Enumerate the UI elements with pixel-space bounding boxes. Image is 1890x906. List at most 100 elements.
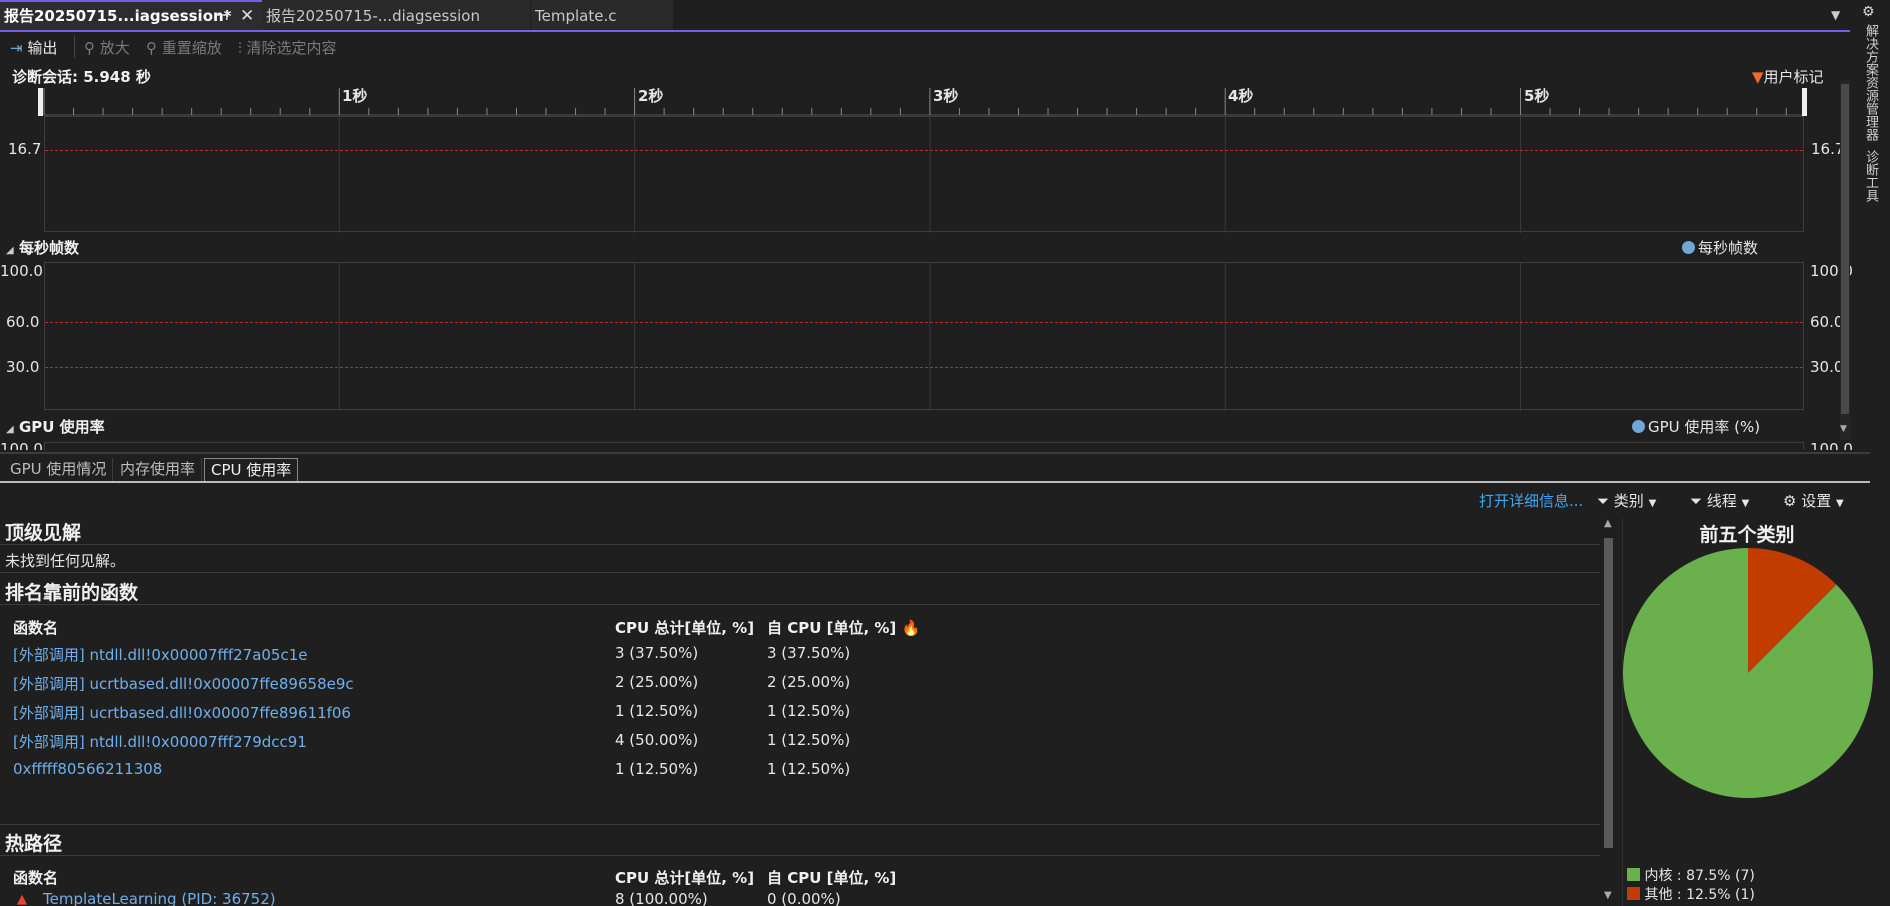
close-icon[interactable]: ✕ [240, 2, 254, 30]
column-header-function-name[interactable]: 函数名 [13, 867, 58, 888]
zoom-in-button[interactable]: ⚲ 放大 [84, 38, 130, 58]
solution-explorer-tab[interactable]: 解决方案资源管理器 [1861, 24, 1880, 141]
function-link[interactable]: [外部调用] ucrtbased.dll!0x00007ffe89658e9c [13, 673, 354, 694]
column-header-self-cpu[interactable]: 自 CPU [单位, %] [767, 867, 896, 888]
column-header-function-name[interactable]: 函数名 [13, 617, 58, 638]
timeline-scroll-thumb[interactable] [1841, 84, 1849, 414]
tab-cpu-usage[interactable]: CPU 使用率 [204, 458, 299, 483]
gear-icon: ⚙ [1783, 492, 1797, 510]
reset-zoom-button[interactable]: ⚲ 重置缩放 [146, 38, 222, 58]
collapse-triangle-icon: ◢ [6, 245, 14, 256]
fps-y-label-right: 60.0 [1810, 313, 1844, 331]
legend-swatch [1627, 868, 1640, 881]
output-label: 输出 [27, 39, 58, 57]
tab-template-c[interactable]: Template.c [531, 0, 673, 30]
gpu-plot-clip: 100.0 100.0 [0, 436, 1852, 450]
pie-legend-item: 其他 : 12.5% (1) [1627, 884, 1755, 904]
tab-underline [0, 481, 1870, 483]
category-pie-chart[interactable] [1623, 548, 1873, 798]
pie-legend-item: 内核 : 87.5% (7) [1627, 865, 1755, 885]
fps-y-label-right: 30.0 [1810, 358, 1844, 376]
pin-icon[interactable]: ⊣ [216, 2, 229, 30]
scroll-down-icon[interactable]: ▼ [1604, 890, 1612, 901]
pie-slice[interactable] [1623, 548, 1873, 798]
filter-funnel-icon: ⏷ [1690, 492, 1703, 510]
tab-report-2[interactable]: 报告20250715-...diagsession [262, 0, 530, 30]
cpu-total-cell: 2 (25.00%) [615, 673, 699, 691]
ruler-tick-label: 3秒 [933, 87, 959, 105]
frame-y-label-left: 16.7 [8, 140, 42, 158]
cpu-total-cell: 3 (37.50%) [615, 644, 699, 662]
hot-path-title: 热路径 [5, 833, 63, 855]
clear-selection-label: 清除选定内容 [246, 39, 337, 57]
threshold-line-60 [45, 322, 1803, 323]
gpu-legend: GPU 使用率 (%) [1632, 416, 1760, 437]
legend-label: 其他 : 12.5% (1) [1644, 887, 1755, 903]
category-filter[interactable]: ⏷ 类别 ▼ [1597, 490, 1656, 511]
ruler-tick-label: 5秒 [1524, 87, 1550, 105]
cpu-total-cell: 4 (50.00%) [615, 731, 699, 749]
fps-y-label-left: 30.0 [6, 358, 40, 376]
content-scrollbar[interactable]: ▲ ▼ [1600, 518, 1617, 906]
function-link[interactable]: [外部调用] ntdll.dll!0x00007fff27a05c1e [13, 644, 308, 665]
settings-dropdown[interactable]: ⚙ 设置 ▼ [1783, 490, 1844, 511]
clear-selection-button[interactable]: ⫶ 清除选定内容 [238, 38, 337, 58]
top-insights-title: 顶级见解 [5, 522, 82, 544]
timeline-scrollbar[interactable]: ▼ [1840, 80, 1850, 440]
splitter[interactable] [0, 452, 1870, 454]
cpu-total-cell: 1 (12.50%) [615, 760, 699, 778]
gpu-section-title: GPU 使用率 [18, 418, 105, 436]
scroll-up-icon[interactable]: ▲ [1604, 518, 1612, 529]
thread-filter-label: 线程 [1706, 492, 1737, 510]
fps-plot[interactable] [44, 262, 1804, 411]
divider [0, 572, 1600, 573]
column-header-cpu-total[interactable]: CPU 总计[单位, %] [615, 617, 754, 638]
threshold-line-30 [45, 367, 1803, 368]
tab-gpu-usage[interactable]: GPU 使用情况 [4, 458, 114, 481]
open-details-link[interactable]: 打开详细信息... [1479, 490, 1583, 511]
gpu-y-label-left: 100.0 [0, 440, 43, 450]
gpu-plot[interactable] [44, 442, 1804, 450]
tab-report-active[interactable]: 报告20250715...iagsession* ⊣ ✕ [0, 0, 262, 30]
gpu-section-header[interactable]: ◢ GPU 使用率 [6, 416, 105, 437]
column-header-cpu-total[interactable]: CPU 总计[单位, %] [615, 867, 754, 888]
tab-label: 报告20250715...iagsession* [4, 7, 232, 25]
user-marks-label: 用户标记 [1763, 68, 1824, 86]
gear-icon[interactable]: ⚙ [1862, 4, 1875, 20]
hot-path-process-link[interactable]: TemplateLearning (PID: 36752) [43, 890, 276, 906]
fps-legend: 每秒帧数 [1682, 237, 1758, 258]
self-cpu-cell: 1 (12.50%) [767, 760, 851, 778]
timeline-ruler[interactable] [0, 86, 1852, 118]
fps-y-label-left: 100.0 [0, 262, 43, 280]
self-cpu-cell: 2 (25.00%) [767, 673, 851, 691]
ruler-tick-label: 2秒 [638, 87, 664, 105]
function-link[interactable]: [外部调用] ucrtbased.dll!0x00007ffe89611f06 [13, 702, 351, 723]
fps-section-title: 每秒帧数 [18, 239, 79, 257]
fps-section-header[interactable]: ◢ 每秒帧数 [6, 237, 79, 258]
filter-funnel-icon: ⏷ [1597, 492, 1610, 510]
user-mark-triangle-icon: ▼ [1752, 68, 1764, 86]
user-marks-legend[interactable]: ▼用户标记 [1752, 66, 1824, 87]
self-cpu-cell: 1 (12.50%) [767, 702, 851, 720]
function-link[interactable]: 0xfffff80566211308 [13, 760, 162, 778]
content-scroll-thumb[interactable] [1604, 538, 1613, 848]
column-header-self-cpu[interactable]: 自 CPU [单位, %] 🔥 [767, 617, 920, 638]
output-button[interactable]: ⇥ 输出 [10, 38, 57, 58]
range-end-handle[interactable] [1802, 88, 1807, 116]
thread-filter[interactable]: ⏷ 线程 ▼ [1690, 490, 1749, 511]
frame-time-plot[interactable] [44, 116, 1804, 233]
self-cpu-cell: 1 (12.50%) [767, 731, 851, 749]
legend-label: 内核 : 87.5% (7) [1644, 868, 1755, 884]
function-link[interactable]: [外部调用] ntdll.dll!0x00007fff279dcc91 [13, 731, 307, 752]
magnifier-plus-icon: ⚲ [84, 39, 95, 57]
scroll-down-icon[interactable]: ▼ [1840, 424, 1847, 434]
legend-swatch [1627, 887, 1640, 900]
tab-label: Template.c [535, 7, 617, 25]
range-start-handle[interactable] [38, 88, 43, 116]
tab-overflow-chevron-icon[interactable]: ▼ [1831, 8, 1840, 22]
chevron-down-icon: ▼ [1741, 498, 1750, 509]
tab-memory-usage[interactable]: 内存使用率 [114, 458, 203, 481]
legend-dot-icon [1632, 420, 1645, 433]
diagnostic-tools-tab[interactable]: 诊断工具 [1861, 150, 1880, 202]
cpu-total-cell: 1 (12.50%) [615, 702, 699, 720]
